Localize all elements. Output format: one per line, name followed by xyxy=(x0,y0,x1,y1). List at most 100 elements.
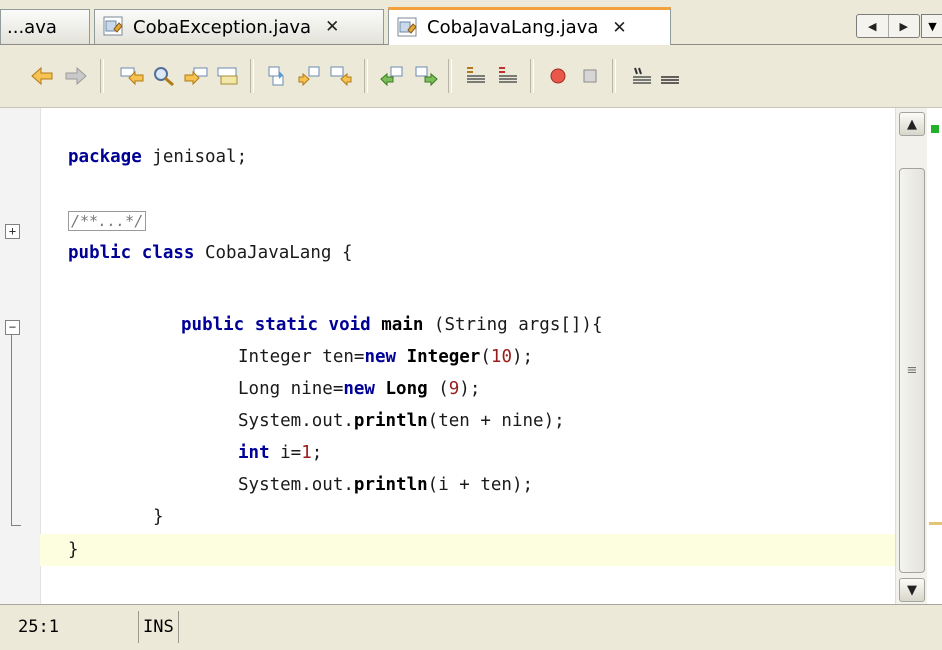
uncomment-icon xyxy=(499,67,517,83)
uncomment-button[interactable] xyxy=(494,63,522,89)
editor-tab-bar: ...ava CobaException.java ✕ CobaJavaLang… xyxy=(0,0,942,45)
vertical-scrollbar[interactable]: ▲ ≡ ▼ xyxy=(895,108,928,604)
prev-bookmark-icon xyxy=(268,66,284,86)
collapsed-javadoc[interactable]: /**...*/ xyxy=(68,211,147,231)
code-text: System.out. xyxy=(238,475,354,495)
tab-label: CobaJavaLang.java xyxy=(427,17,599,38)
toggle-bookmark-button[interactable] xyxy=(328,63,356,89)
number-literal: 10 xyxy=(490,347,512,367)
format-button[interactable] xyxy=(628,63,656,89)
tab-list-dropdown[interactable]: ▼ xyxy=(921,14,942,38)
status-ok-marker[interactable] xyxy=(931,125,939,133)
code-text: (ten + nine); xyxy=(427,411,565,431)
back-icon xyxy=(31,66,53,86)
stop-macro-button[interactable] xyxy=(576,63,604,89)
scroll-right-icon[interactable]: ▶ xyxy=(889,15,920,37)
tab-cobajavalang[interactable]: CobaJavaLang.java ✕ xyxy=(388,7,671,45)
code-text: (String args[]){ xyxy=(423,315,603,335)
scroll-up-icon[interactable]: ▲ xyxy=(899,112,925,136)
keyword: public xyxy=(181,315,245,335)
code-line: public class CobaJavaLang { xyxy=(68,237,923,269)
toolbar-separator xyxy=(100,59,104,93)
shift-left-button[interactable] xyxy=(378,63,406,89)
align-icon xyxy=(661,76,679,84)
find-next-button[interactable] xyxy=(182,63,210,89)
java-file-icon xyxy=(103,16,123,36)
keyword: void xyxy=(328,315,371,335)
keyword: new xyxy=(364,347,397,367)
forward-button[interactable] xyxy=(62,63,90,89)
find-button[interactable] xyxy=(150,63,178,89)
comment-button[interactable] xyxy=(462,63,490,89)
fold-guide-line xyxy=(11,335,12,525)
code-line: System.out.println(ten + nine); xyxy=(238,405,942,437)
code-line: System.out.println(i + ten); xyxy=(238,469,942,501)
tab-cobaexception[interactable]: CobaException.java ✕ xyxy=(94,9,384,44)
align-button[interactable] xyxy=(656,63,684,89)
record-macro-icon xyxy=(550,68,566,84)
code-text: } xyxy=(68,540,79,560)
stop-macro-icon xyxy=(583,69,597,83)
scrollbar-thumb[interactable]: ≡ xyxy=(899,168,925,573)
scroll-left-icon[interactable]: ◀ xyxy=(857,15,889,37)
toolbar-separator xyxy=(448,59,452,93)
keyword: class xyxy=(141,243,195,263)
class-name: Integer xyxy=(406,347,481,367)
shift-left-icon xyxy=(380,66,403,87)
code-area[interactable]: package jenisoal; /**...*/ public class … xyxy=(40,108,895,604)
class-name: Long xyxy=(385,379,428,399)
format-icon xyxy=(633,67,651,84)
line-marker[interactable] xyxy=(929,522,942,525)
keyword: package xyxy=(68,147,142,167)
code-line: public static void main (String args[]){ xyxy=(181,309,942,341)
keyword: public xyxy=(68,243,132,263)
close-icon[interactable]: ✕ xyxy=(325,17,339,37)
code-text: ); xyxy=(459,379,481,399)
java-file-icon xyxy=(397,17,417,36)
code-text: (i + ten); xyxy=(427,475,534,495)
code-line: int i=1; xyxy=(238,437,942,469)
find-previous-button[interactable] xyxy=(118,63,146,89)
find-icon xyxy=(154,67,174,87)
find-prev-icon xyxy=(120,67,144,86)
back-button[interactable] xyxy=(28,63,56,89)
keyword: int xyxy=(238,443,270,463)
number-literal: 9 xyxy=(448,379,460,399)
number-literal: 1 xyxy=(301,443,312,463)
method-name: println xyxy=(353,475,428,495)
code-text: CobaJavaLang { xyxy=(194,243,353,263)
tab-truncated[interactable]: ...ava xyxy=(0,9,90,44)
comment-icon xyxy=(467,67,485,83)
code-text: Long nine= xyxy=(238,379,344,399)
status-bar: 25:1 INS xyxy=(0,604,942,650)
shift-right-button[interactable] xyxy=(412,63,440,89)
expand-fold-icon[interactable]: + xyxy=(5,224,20,239)
code-text: Integer ten= xyxy=(238,347,365,367)
code-text: } xyxy=(153,507,164,527)
code-line: Long nine=new Long (9); xyxy=(238,373,942,405)
fold-guide-end xyxy=(11,525,21,526)
next-bookmark-button[interactable] xyxy=(296,63,324,89)
toggle-highlight-icon xyxy=(217,67,238,85)
code-text: System.out. xyxy=(238,411,354,431)
collapse-fold-icon[interactable]: − xyxy=(5,320,20,335)
record-macro-button[interactable] xyxy=(544,63,572,89)
toggle-highlight-button[interactable] xyxy=(214,63,242,89)
previous-bookmark-button[interactable] xyxy=(264,63,292,89)
scroll-down-icon[interactable]: ▼ xyxy=(899,578,925,602)
code-line: package jenisoal; xyxy=(68,141,923,173)
code-editor[interactable]: + − package jenisoal; /**...*/ public cl… xyxy=(0,108,942,604)
caret-position: 25:1 xyxy=(18,617,59,637)
editor-gutter: + − xyxy=(0,108,41,604)
code-text: ( xyxy=(480,347,491,367)
forward-icon xyxy=(65,66,87,86)
tab-scroll-buttons: ◀ ▶ xyxy=(856,14,920,38)
code-text: ; xyxy=(311,443,323,463)
tab-label: ...ava xyxy=(7,16,57,38)
code-text: i= xyxy=(269,443,302,463)
toolbar-separator xyxy=(364,59,368,93)
code-text: ( xyxy=(427,379,449,399)
find-next-icon xyxy=(184,67,208,86)
close-icon[interactable]: ✕ xyxy=(612,18,626,38)
toolbar-separator xyxy=(250,59,254,93)
